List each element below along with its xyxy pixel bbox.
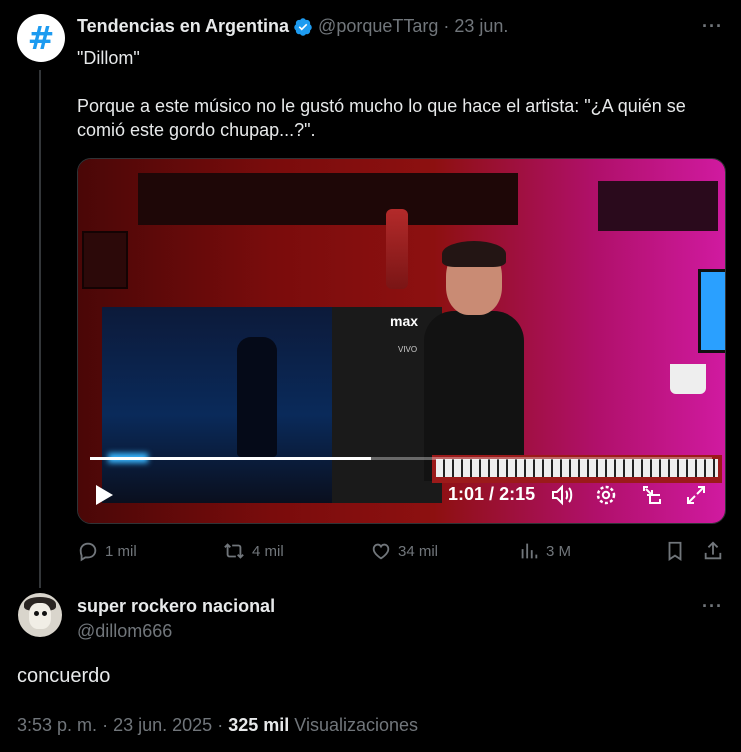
account-handle[interactable]: @porqueTTarg [318, 16, 438, 37]
overlay-live-label: VIVO [398, 345, 418, 354]
reply-author-handle[interactable]: @dillom666 [77, 621, 172, 642]
pip-icon[interactable] [640, 483, 664, 507]
meta-dot: · [217, 715, 224, 735]
video-microphone [386, 209, 408, 289]
keyboard-keys [436, 459, 718, 477]
share-icon[interactable] [702, 540, 724, 562]
like-icon [372, 543, 390, 560]
avatar-face [29, 603, 51, 629]
bookmark-icon[interactable] [664, 540, 686, 562]
avatar-eye [34, 611, 39, 616]
reply-avatar[interactable] [18, 593, 62, 637]
video-mug [670, 364, 706, 394]
fullscreen-icon[interactable] [684, 483, 708, 507]
views-icon [521, 543, 538, 559]
reply-count: 1 mil [105, 542, 137, 560]
reply-date[interactable]: 23 jun. 2025 [113, 715, 212, 735]
separator-dot: · [443, 16, 450, 36]
current-time: 1:01 [448, 484, 485, 504]
meta-dot: · [102, 715, 109, 735]
reply-text: concuerdo [17, 665, 111, 687]
person-hair [442, 241, 506, 267]
repost-action[interactable]: 4 mil [222, 540, 284, 562]
tweet-text-body: Porque a este músico no le gustó mucho l… [77, 96, 686, 140]
tweet-date[interactable]: 23 jun. [454, 16, 508, 37]
repost-count: 4 mil [252, 542, 284, 560]
avatar[interactable]: # [17, 14, 65, 62]
views-count: 3 M [546, 542, 572, 560]
reply-icon [79, 542, 97, 562]
time-separator: / [489, 484, 495, 504]
reply-time[interactable]: 3:53 p. m. [17, 715, 97, 735]
video-frame-picture [82, 231, 128, 289]
like-count: 34 mil [398, 542, 439, 560]
views-action[interactable]: 3 M [518, 540, 571, 562]
video-monitor [698, 269, 725, 353]
reply-more-icon[interactable]: ··· [702, 596, 723, 617]
hashtag-logo-icon: # [27, 19, 55, 57]
more-icon[interactable]: ··· [702, 16, 723, 37]
avatar-eye [42, 611, 47, 616]
repost-icon [224, 543, 244, 559]
stage-performer [237, 337, 277, 457]
video-progress-fill [90, 457, 372, 460]
thread-line [39, 70, 41, 588]
duration: 2:15 [499, 484, 536, 504]
settings-icon[interactable] [594, 483, 618, 507]
overlay-logo: max [390, 313, 419, 329]
video-progress-bar[interactable] [90, 457, 712, 460]
video-person [418, 241, 538, 481]
verified-badge-icon [294, 17, 312, 36]
video-shelf [138, 173, 518, 225]
like-action[interactable]: 34 mil [370, 540, 438, 562]
reply-meta: 3:53 p. m. · 23 jun. 2025 · 325 mil Visu… [17, 715, 418, 736]
reply-views-label: Visualizaciones [294, 715, 419, 735]
play-icon[interactable] [96, 485, 113, 505]
tweet-text-title: "Dillom" [77, 48, 140, 68]
tweet-header: Tendencias en Argentina @porqueTTarg · 2… [77, 16, 508, 37]
video-time: 1:01 / 2:15 [448, 484, 535, 505]
video-shelf-right [598, 181, 718, 231]
reply-views-count: 325 mil [228, 715, 290, 735]
video-player[interactable]: max VIVO 1:01 / 2:15 [77, 158, 726, 524]
reply-action[interactable]: 1 mil [77, 540, 137, 562]
volume-icon[interactable] [550, 483, 574, 507]
account-name[interactable]: Tendencias en Argentina [77, 16, 289, 37]
reply-author-name[interactable]: super rockero nacional [77, 596, 275, 617]
tweet-actions: 1 mil 4 mil 34 mil 3 M [0, 540, 741, 564]
